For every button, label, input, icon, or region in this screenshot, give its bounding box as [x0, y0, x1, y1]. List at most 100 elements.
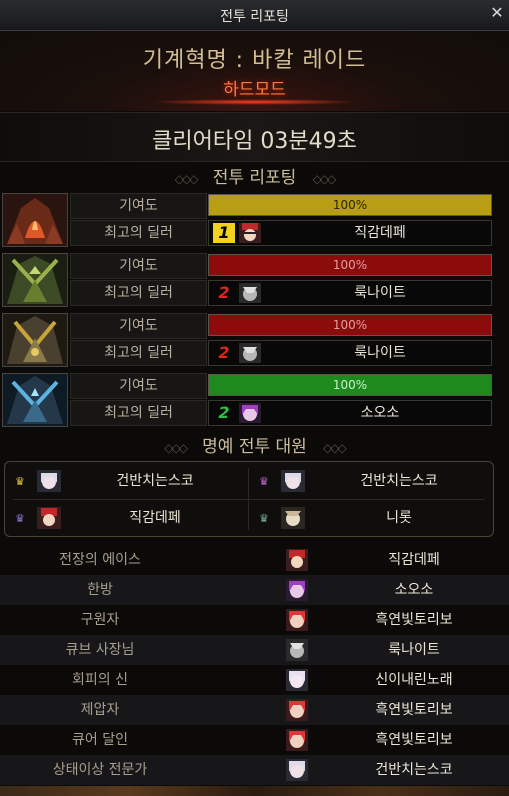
- honor-section-title: 명예 전투 대원: [202, 437, 307, 457]
- contribution-bar: 100%: [208, 194, 492, 216]
- raid-header: 기계혁명 : 바칼 레이드 하드모드: [0, 31, 509, 111]
- window-title: 전투 리포팅: [220, 9, 289, 25]
- contribution-percent: 100%: [332, 318, 368, 332]
- raid-boss-portrait-icon: [2, 373, 68, 427]
- diamond-ornament-icon: ◇◇◇: [174, 172, 199, 186]
- best-dealer-label: 최고의 딜러: [70, 220, 207, 246]
- character-avatar-icon: [286, 609, 308, 631]
- member-name: 니롯: [386, 510, 412, 526]
- award-row: 큐브 사장님 룩나이트: [0, 635, 509, 665]
- character-avatar-icon: [286, 729, 308, 751]
- crown-icon: ♛: [15, 512, 25, 525]
- diamond-ornament-icon: ◇◇◇: [323, 441, 347, 455]
- contribution-percent: 100%: [332, 378, 368, 392]
- diamond-ornament-icon: ◇◇◇: [312, 172, 337, 186]
- character-avatar-icon: [37, 470, 61, 492]
- award-player: 룩나이트: [388, 642, 440, 658]
- award-player: 흑연빛토리보: [375, 702, 453, 718]
- award-title: 제압자: [80, 702, 120, 718]
- game-background-strip: [0, 786, 509, 796]
- rank-badge: 1: [213, 223, 235, 243]
- window-titlebar: 전투 리포팅 ✕: [0, 0, 509, 31]
- clear-time: 클리어타임 03분49초: [152, 129, 357, 154]
- rank-badge: 2: [218, 403, 230, 422]
- best-dealer-label: 최고의 딜러: [70, 280, 207, 306]
- rank-badge: 2: [218, 283, 230, 302]
- character-avatar-icon: [239, 403, 261, 423]
- clear-time-panel: 클리어타임 03분49초: [0, 112, 509, 162]
- raid-boss-portrait-icon: [2, 193, 68, 247]
- award-title: 상태이상 전문가: [52, 762, 148, 778]
- award-title: 큐어 달인: [72, 732, 128, 748]
- best-dealer-label: 최고의 딜러: [70, 400, 207, 426]
- award-player: 흑연빛토리보: [375, 732, 453, 748]
- honor-member: ♛ 건반치는스코: [7, 465, 247, 497]
- dealer-name: 직감데페: [354, 225, 406, 241]
- award-row: 제압자 흑연빛토리보: [0, 695, 509, 725]
- character-avatar-icon: [239, 343, 261, 363]
- honor-member: ♛ 니롯: [251, 502, 491, 534]
- best-dealer-cell: 2 룩나이트: [208, 340, 492, 366]
- character-avatar-icon: [281, 507, 305, 529]
- award-player: 건반치는스코: [375, 762, 453, 778]
- best-dealer-cell: 2 소오소: [208, 400, 492, 426]
- close-icon[interactable]: ✕: [489, 5, 505, 21]
- honor-section-header: ◇◇◇ 명예 전투 대원 ◇◇◇: [0, 432, 509, 457]
- report-section-header: ◇◇◇ 전투 리포팅 ◇◇◇: [0, 163, 509, 188]
- award-row: 전장의 에이스 직감데페: [0, 545, 509, 575]
- dealer-name: 룩나이트: [354, 285, 406, 301]
- award-row: 구원자 흑연빛토리보: [0, 605, 509, 635]
- crown-icon: ♛: [259, 475, 269, 488]
- contribution-bar: 100%: [208, 254, 492, 276]
- raid-boss-portrait-icon: [2, 253, 68, 307]
- award-title: 구원자: [80, 612, 120, 628]
- character-avatar-icon: [286, 699, 308, 721]
- dealer-name: 룩나이트: [354, 345, 406, 361]
- report-section-title: 전투 리포팅: [212, 168, 297, 188]
- rank-badge: 2: [218, 343, 230, 362]
- best-dealer-cell: 2 룩나이트: [208, 280, 492, 306]
- contribution-bar: 100%: [208, 374, 492, 396]
- award-player: 직감데페: [388, 552, 440, 568]
- honor-member: ♛ 직감데페: [7, 502, 247, 534]
- contribution-bar: 100%: [208, 314, 492, 336]
- character-avatar-icon: [239, 223, 261, 243]
- award-row: 회피의 신 신이내린노래: [0, 665, 509, 695]
- party-row: 기여도 최고의 딜러 100% 1 직감데페: [0, 191, 509, 249]
- difficulty-label: 하드모드: [223, 80, 286, 100]
- award-title: 큐브 사장님: [65, 642, 135, 658]
- character-avatar-icon: [281, 470, 305, 492]
- awards-list: 전장의 에이스 직감데페 한방 소오소 구원자 흑연빛토리보 큐브 사장님 룩나…: [0, 545, 509, 785]
- honor-members-panel: ♛ 건반치는스코 ♛ 건반치는스코 ♛ 직감데페 ♛ 니롯: [4, 461, 494, 537]
- contribution-label: 기여도: [70, 253, 207, 279]
- member-name: 건반치는스코: [116, 473, 194, 489]
- party-row: 기여도 최고의 딜러 100% 2 룩나이트: [0, 311, 509, 369]
- best-dealer-label: 최고의 딜러: [70, 340, 207, 366]
- contribution-label: 기여도: [70, 313, 207, 339]
- award-player: 소오소: [394, 582, 434, 598]
- character-avatar-icon: [239, 283, 261, 303]
- award-title: 회피의 신: [72, 672, 128, 688]
- best-dealer-cell: 1 직감데페: [208, 220, 492, 246]
- crown-icon: ♛: [15, 475, 25, 488]
- award-title: 전장의 에이스: [59, 552, 141, 568]
- divider: [13, 499, 485, 500]
- award-row: 상태이상 전문가 건반치는스코: [0, 755, 509, 785]
- character-avatar-icon: [286, 579, 308, 601]
- crown-icon: ♛: [259, 512, 269, 525]
- raid-boss-portrait-icon: [2, 313, 68, 367]
- contribution-percent: 100%: [332, 258, 368, 272]
- character-avatar-icon: [286, 759, 308, 781]
- contribution-label: 기여도: [70, 373, 207, 399]
- award-player: 흑연빛토리보: [375, 612, 453, 628]
- character-avatar-icon: [37, 507, 61, 529]
- award-row: 한방 소오소: [0, 575, 509, 605]
- contribution-label: 기여도: [70, 193, 207, 219]
- award-player: 신이내린노래: [375, 672, 453, 688]
- raid-name: 기계혁명 : 바칼 레이드: [142, 48, 367, 73]
- party-row: 기여도 최고의 딜러 100% 2 소오소: [0, 371, 509, 429]
- award-row: 큐어 달인 흑연빛토리보: [0, 725, 509, 755]
- diamond-ornament-icon: ◇◇◇: [164, 441, 188, 455]
- character-avatar-icon: [286, 549, 308, 571]
- difficulty-glow: [150, 99, 359, 105]
